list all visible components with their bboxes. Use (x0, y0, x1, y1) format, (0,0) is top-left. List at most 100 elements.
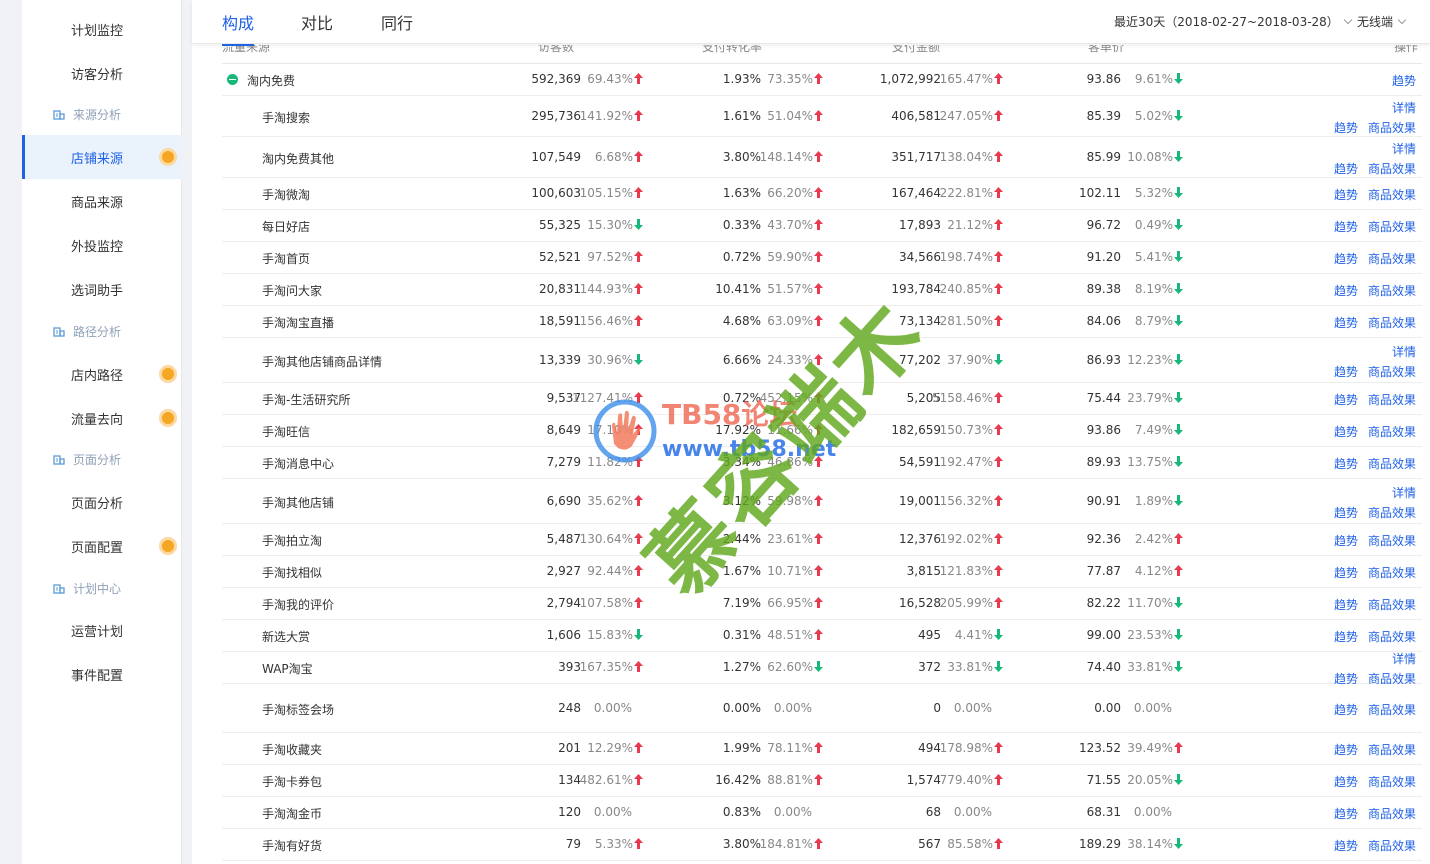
visitors-value: 2,927 (546, 564, 581, 578)
arrow-up-icon (994, 597, 1003, 608)
goods-effect-link[interactable]: 商品效果 (1368, 391, 1416, 408)
trend-link[interactable]: 趋势 (1334, 218, 1358, 235)
sidebar-item-goods-source[interactable]: 商品来源 (22, 179, 182, 223)
goods-effect-link[interactable]: 商品效果 (1368, 596, 1416, 613)
notification-dot-icon (159, 537, 177, 555)
trend-link[interactable]: 趋势 (1334, 119, 1358, 136)
sidebar-item-event-config[interactable]: 事件配置 (22, 652, 182, 696)
goods-effect-link[interactable]: 商品效果 (1368, 423, 1416, 440)
source-name: 手淘消息中心 (262, 457, 335, 471)
arrow-up-icon (634, 187, 643, 198)
trend-link[interactable]: 趋势 (1334, 314, 1358, 331)
detail-link[interactable]: 详情 (1392, 343, 1416, 360)
goods-effect-link[interactable]: 商品效果 (1368, 314, 1416, 331)
sidebar-item-page-config[interactable]: 页面配置 (22, 524, 182, 568)
goods-effect-link[interactable]: 商品效果 (1368, 218, 1416, 235)
goods-effect-link[interactable]: 商品效果 (1368, 773, 1416, 790)
change-value: 247.05% (939, 109, 993, 123)
sidebar-item-label: 页面配置 (71, 540, 124, 556)
trend-link[interactable]: 趋势 (1334, 423, 1358, 440)
change-value: 2.42% (1134, 532, 1173, 546)
trend-link[interactable]: 趋势 (1334, 455, 1358, 472)
sidebar-item-plan-monitor[interactable]: 计划监控 (22, 7, 182, 51)
trend-link[interactable]: 趋势 (1334, 391, 1358, 408)
col-header-visitors[interactable]: 访客数 (538, 45, 574, 55)
col-header-unit-price[interactable]: 客单价 (1088, 45, 1124, 55)
detail-link[interactable]: 详情 (1392, 650, 1416, 667)
tab-composition[interactable]: 构成 (222, 10, 255, 46)
change-value: 8.19% (1134, 282, 1173, 296)
amount-value: 182,659 (891, 423, 941, 437)
trend-link[interactable]: 趋势 (1334, 701, 1358, 718)
sidebar-item-store-source[interactable]: 店铺来源 (22, 135, 182, 179)
change-value: 97.52% (587, 250, 633, 264)
trend-link[interactable]: 趋势 (1334, 837, 1358, 854)
arrow-down-icon (1174, 151, 1183, 162)
col-header-source[interactable]: 流量来源 (222, 45, 270, 55)
detail-link[interactable]: 详情 (1392, 99, 1416, 116)
trend-link[interactable]: 趋势 (1334, 504, 1358, 521)
goods-effect-link[interactable]: 商品效果 (1368, 701, 1416, 718)
date-range-select[interactable]: 最近30天（2018-02-27~2018-03-28） (1114, 13, 1353, 30)
table-row: 手淘拍立淘 5,487 130.64% 2.44% 23.61% 12,376 192.02… (222, 524, 1422, 556)
trend-link[interactable]: 趋势 (1334, 805, 1358, 822)
sidebar-item-page-analysis[interactable]: 页面分析 (22, 480, 182, 524)
amount-change: 0.00% (954, 701, 1003, 715)
goods-effect-link[interactable]: 商品效果 (1368, 837, 1416, 854)
arrow-up-icon (634, 533, 643, 544)
goods-effect-link[interactable]: 商品效果 (1368, 250, 1416, 267)
goods-effect-link[interactable]: 商品效果 (1368, 628, 1416, 645)
trend-link[interactable]: 趋势 (1334, 741, 1358, 758)
sidebar-item-external-monitor[interactable]: 外投监控 (22, 223, 182, 267)
conversion-value: 0.00% (722, 701, 761, 715)
arrow-up-icon (814, 424, 823, 435)
trend-link[interactable]: 趋势 (1334, 250, 1358, 267)
arrow-down-icon (1174, 392, 1183, 403)
trend-link[interactable]: 趋势 (1334, 596, 1358, 613)
goods-effect-link[interactable]: 商品效果 (1368, 282, 1416, 299)
goods-effect-link[interactable]: 商品效果 (1368, 805, 1416, 822)
arrow-up-icon (994, 151, 1003, 162)
goods-effect-link[interactable]: 商品效果 (1368, 119, 1416, 136)
arrow-down-icon (1174, 187, 1183, 198)
sidebar-item-keyword-helper[interactable]: 选词助手 (22, 267, 182, 311)
sidebar-item-visitor-analysis[interactable]: 访客分析 (22, 51, 182, 95)
goods-effect-link[interactable]: 商品效果 (1368, 564, 1416, 581)
trend-link[interactable]: 趋势 (1334, 773, 1358, 790)
trend-link[interactable]: 趋势 (1334, 564, 1358, 581)
goods-effect-link[interactable]: 商品效果 (1368, 504, 1416, 521)
goods-effect-link[interactable]: 商品效果 (1368, 455, 1416, 472)
no-change-icon (993, 702, 1003, 713)
unit-price-value: 91.20 (1086, 250, 1121, 264)
amount-change: 281.50% (940, 314, 1003, 328)
goods-effect-link[interactable]: 商品效果 (1368, 186, 1416, 203)
tab-peers[interactable]: 同行 (381, 10, 413, 34)
trend-link[interactable]: 趋势 (1334, 363, 1358, 380)
trend-link[interactable]: 趋势 (1392, 72, 1416, 89)
goods-effect-link[interactable]: 商品效果 (1368, 741, 1416, 758)
sidebar-item-label: 访客分析 (71, 67, 124, 83)
sidebar-item-store-path[interactable]: 店内路径 (22, 352, 182, 396)
collapse-icon[interactable] (227, 74, 238, 85)
sidebar-item-operation-plan[interactable]: 运营计划 (22, 608, 182, 652)
change-value: 38.14% (1127, 837, 1173, 851)
goods-effect-link[interactable]: 商品效果 (1368, 160, 1416, 177)
col-header-amount[interactable]: 支付金额 (892, 45, 940, 55)
detail-link[interactable]: 详情 (1392, 140, 1416, 157)
tab-compare[interactable]: 对比 (301, 10, 333, 34)
sidebar-group-path-analysis: 路径分析 (22, 314, 182, 348)
detail-link[interactable]: 详情 (1392, 484, 1416, 501)
goods-effect-link[interactable]: 商品效果 (1368, 532, 1416, 549)
sidebar-item-traffic-destination[interactable]: 流量去向 (22, 396, 182, 440)
device-select[interactable]: 无线端 (1357, 13, 1407, 30)
unit-price-value: 0.00 (1094, 701, 1121, 715)
trend-link[interactable]: 趋势 (1334, 186, 1358, 203)
col-header-conversion[interactable]: 支付转化率 (702, 45, 762, 55)
trend-link[interactable]: 趋势 (1334, 628, 1358, 645)
goods-effect-link[interactable]: 商品效果 (1368, 363, 1416, 380)
trend-link[interactable]: 趋势 (1334, 160, 1358, 177)
trend-link[interactable]: 趋势 (1334, 282, 1358, 299)
conversion-change: 59.98% (767, 494, 823, 508)
visitors-value: 248 (558, 701, 581, 715)
trend-link[interactable]: 趋势 (1334, 532, 1358, 549)
